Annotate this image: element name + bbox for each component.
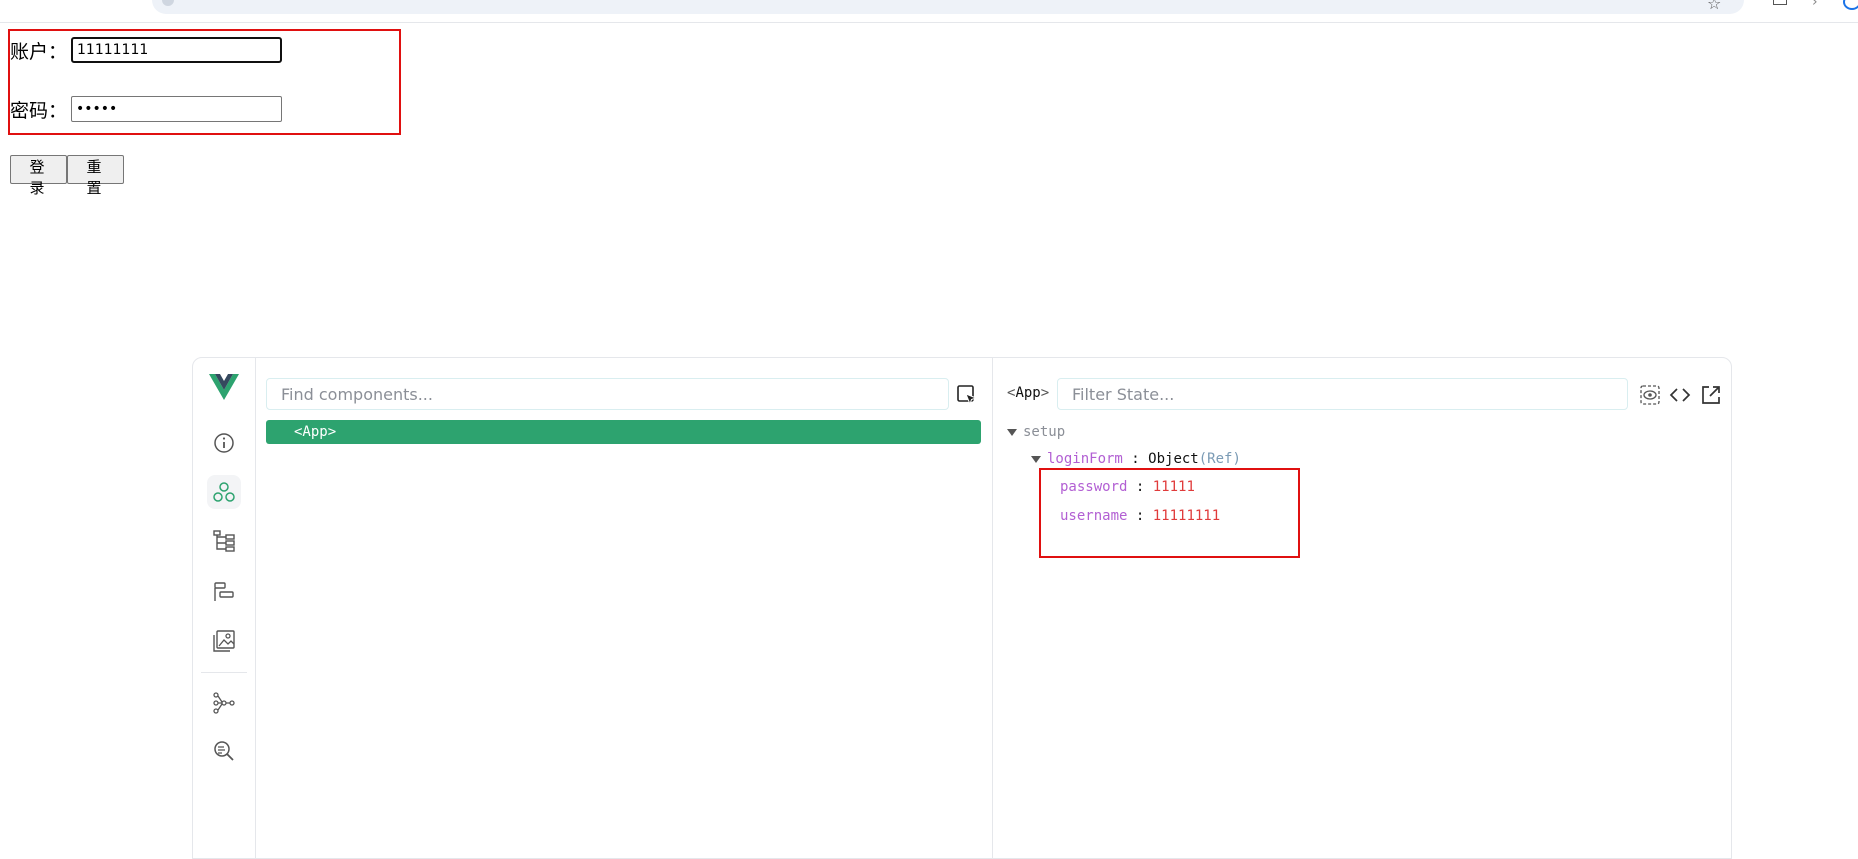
state-highlight-box bbox=[1039, 468, 1300, 558]
timeline-icon[interactable] bbox=[207, 574, 241, 608]
caret-down-icon bbox=[1007, 428, 1017, 436]
filter-state-input[interactable] bbox=[1057, 378, 1628, 410]
component-tree-icon[interactable] bbox=[207, 524, 241, 558]
components-icon[interactable] bbox=[207, 475, 241, 509]
code-icon[interactable] bbox=[1669, 384, 1691, 406]
open-in-editor-icon[interactable] bbox=[1700, 384, 1722, 406]
password-input[interactable] bbox=[71, 96, 282, 122]
search-inspect-icon[interactable] bbox=[207, 734, 241, 768]
components-pane: <App> bbox=[256, 358, 993, 858]
info-icon[interactable] bbox=[207, 426, 241, 460]
password-label: 密码： bbox=[10, 100, 68, 122]
sidebar-divider bbox=[201, 672, 247, 673]
select-component-icon[interactable] bbox=[956, 384, 978, 406]
chevron-icon[interactable]: › bbox=[1812, 0, 1818, 10]
bookmark-star-icon[interactable]: ☆ bbox=[1707, 0, 1721, 13]
username-label: 账户： bbox=[10, 41, 68, 63]
tree-node-app[interactable]: <App> bbox=[266, 420, 981, 444]
address-bar[interactable] bbox=[152, 0, 1744, 14]
profile-avatar-icon[interactable] bbox=[1843, 0, 1858, 10]
state-item-loginform[interactable]: loginForm : Object(Ref) bbox=[1031, 451, 1241, 467]
vue-devtools-panel: <App> <App> setup loginForm : Object(Ref… bbox=[192, 357, 1732, 859]
scroll-to-component-icon[interactable] bbox=[1639, 384, 1661, 406]
reset-button[interactable]: 重 置 bbox=[67, 155, 124, 197]
username-input[interactable] bbox=[71, 37, 282, 63]
browser-toolbar: ☆ › bbox=[0, 0, 1858, 23]
inspector-pane: <App> setup loginForm : Object(Ref) pass… bbox=[993, 358, 1731, 858]
assets-icon[interactable] bbox=[207, 624, 241, 658]
devtools-sidebar bbox=[193, 358, 256, 858]
find-components-input[interactable] bbox=[266, 378, 949, 410]
selected-component-name: <App> bbox=[1007, 385, 1050, 401]
extensions-icon[interactable] bbox=[1773, 0, 1787, 5]
vue-logo-icon bbox=[207, 370, 241, 404]
login-button[interactable]: 登 录 bbox=[10, 155, 67, 197]
setup-section-toggle[interactable]: setup bbox=[1007, 424, 1065, 440]
graph-icon[interactable] bbox=[207, 686, 241, 720]
caret-down-icon bbox=[1031, 455, 1041, 463]
